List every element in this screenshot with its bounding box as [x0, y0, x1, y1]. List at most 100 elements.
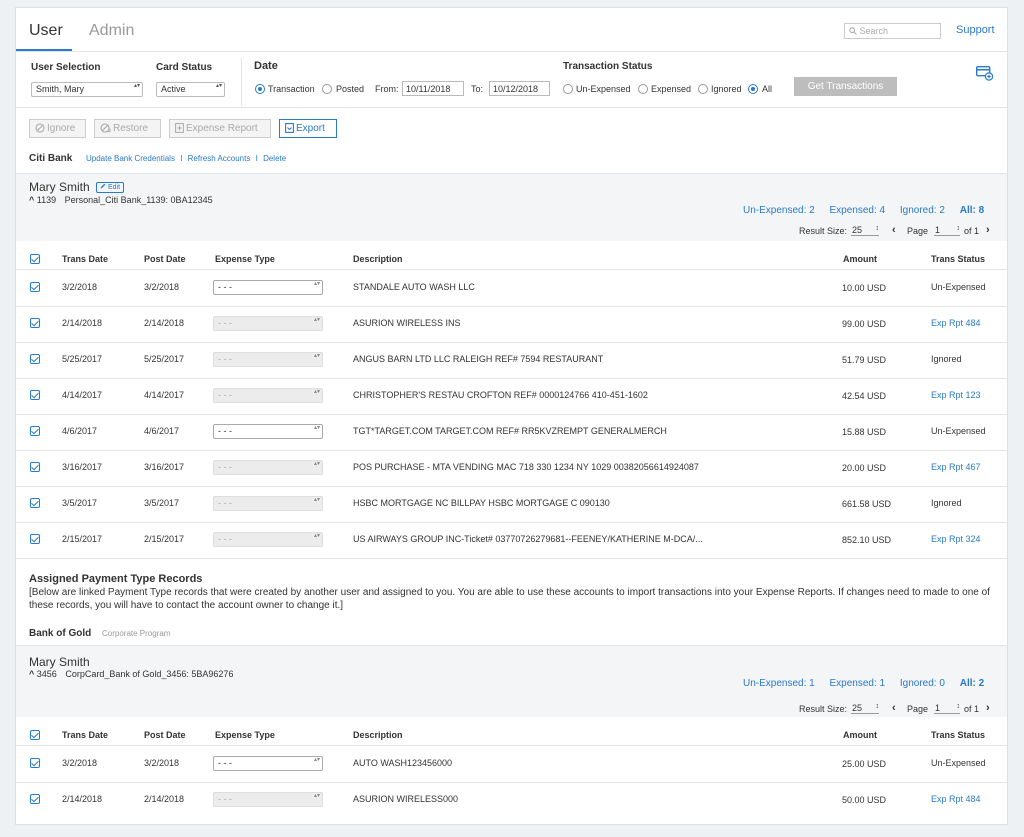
row-divider [16, 306, 1007, 307]
row-checkbox[interactable] [30, 498, 40, 508]
status-all-radio[interactable] [748, 84, 758, 94]
row-checkbox[interactable] [30, 794, 40, 804]
refresh-accounts-link[interactable]: Refresh Accounts [188, 154, 251, 163]
row-expense-report-link[interactable]: Exp Rpt 484 [931, 794, 981, 804]
row-checkbox[interactable] [30, 282, 40, 292]
row-expense-type-select[interactable]: - - - [213, 280, 323, 295]
result-size-select[interactable]: 25 ↕ [851, 225, 879, 236]
row-expense-report-link[interactable]: Exp Rpt 467 [931, 462, 981, 472]
row-checkbox[interactable] [30, 390, 40, 400]
row-checkbox[interactable] [30, 318, 40, 328]
delete-link[interactable]: Delete [263, 154, 286, 163]
tab-user[interactable]: User [29, 22, 63, 40]
support-link[interactable]: Support [956, 24, 995, 36]
row-divider [16, 522, 1007, 523]
page-select[interactable]: 1 ↕ [934, 225, 960, 236]
edit-account-button[interactable]: Edit [96, 182, 125, 193]
account-detail: ^ 1139 Personal_Citi Bank_1139: 0BA12345 [29, 195, 213, 205]
result-size-select-2[interactable]: 25 ↕ [851, 703, 879, 714]
row-checkbox[interactable] [30, 758, 40, 768]
row-expense-type-select[interactable]: - - - [213, 532, 323, 547]
tab-admin[interactable]: Admin [89, 22, 134, 40]
row-post-date: 2/14/2018 [144, 318, 185, 328]
count-all-link[interactable]: All: 2 [960, 678, 984, 689]
row-expense-report-link[interactable]: Exp Rpt 324 [931, 534, 981, 544]
row-expense-type-select[interactable]: - - - [213, 496, 323, 511]
row-expense-report-link[interactable]: Exp Rpt 123 [931, 390, 981, 400]
result-size-value: 25 [852, 225, 863, 235]
prev-page-icon[interactable]: ‹ [892, 702, 896, 714]
row-amount: 661.58 USD [842, 499, 892, 509]
row-expense-type-select[interactable]: - - - [213, 316, 323, 331]
count-expensed-link[interactable]: Expensed: 1 [830, 678, 886, 689]
row-expense-type-select[interactable]: - - - [213, 756, 323, 771]
expense-report-button[interactable]: Expense Report [169, 119, 271, 138]
status-unexpensed-radio[interactable] [563, 84, 573, 94]
page-select-2[interactable]: 1 ↕ [934, 703, 960, 714]
status-expensed-radio[interactable] [638, 84, 648, 94]
date-posted-radio[interactable] [322, 84, 332, 94]
row-checkbox[interactable] [30, 534, 40, 544]
row-checkbox[interactable] [30, 462, 40, 472]
row-divider [16, 486, 1007, 487]
row-amount: 99.00 USD [842, 319, 887, 329]
col-amount[interactable]: Amount [843, 730, 877, 740]
page-value-2: 1 [935, 703, 941, 713]
col-amount[interactable]: Amount [843, 254, 877, 264]
col-expense-type[interactable]: Expense Type [215, 254, 275, 264]
chevron-up-icon[interactable]: ^ [29, 669, 34, 679]
result-size-label-2: Result Size: [799, 704, 848, 714]
count-ignored-link[interactable]: Ignored: 2 [900, 205, 945, 216]
page-label: Page [907, 226, 929, 236]
row-checkbox[interactable] [30, 354, 40, 364]
select-all-checkbox[interactable] [30, 254, 40, 264]
result-size-value-2: 25 [852, 703, 863, 713]
count-ignored-link[interactable]: Ignored: 0 [900, 678, 945, 689]
prev-page-icon[interactable]: ‹ [892, 224, 896, 236]
row-amount: 50.00 USD [842, 795, 887, 805]
row-description: ASURION WIRELESS000 [353, 794, 459, 804]
get-transactions-button[interactable]: Get Transactions [794, 77, 897, 96]
count-expensed-link[interactable]: Expensed: 4 [830, 205, 886, 216]
count-unexpensed-link[interactable]: Un-Expensed: 1 [743, 678, 815, 689]
col-post-date[interactable]: Post Date [144, 254, 186, 264]
status-unexpensed-label: Un-Expensed [576, 84, 631, 94]
pencil-icon [100, 183, 106, 189]
col-description[interactable]: Description [353, 254, 403, 264]
count-unexpensed-link[interactable]: Un-Expensed: 2 [743, 205, 815, 216]
col-post-date[interactable]: Post Date [144, 730, 186, 740]
chevron-up-icon[interactable]: ^ [29, 195, 34, 205]
row-expense-type-select[interactable]: - - - [213, 460, 323, 475]
select-all-checkbox-2[interactable] [30, 730, 40, 740]
count-all-link[interactable]: All: 8 [960, 205, 984, 216]
row-description: ANGUS BARN LTD LLC RALEIGH REF# 7594 RES… [353, 354, 604, 364]
col-expense-type[interactable]: Expense Type [215, 730, 275, 740]
row-expense-report-link[interactable]: Exp Rpt 484 [931, 318, 981, 328]
add-card-icon[interactable] [975, 65, 994, 81]
search-input[interactable]: Search [844, 23, 941, 39]
user-selection-select[interactable]: Smith, Mary [31, 82, 143, 97]
date-transaction-radio[interactable] [255, 84, 265, 94]
row-expense-type-select[interactable]: - - - [213, 388, 323, 403]
next-page-icon[interactable]: › [986, 702, 990, 714]
row-expense-type-select[interactable]: - - - [213, 352, 323, 367]
row-expense-type-select[interactable]: - - - [213, 424, 323, 439]
status-ignored-radio[interactable] [698, 84, 708, 94]
restore-button[interactable]: Restore [94, 119, 161, 138]
row-amount: 15.88 USD [842, 427, 887, 437]
ignore-button[interactable]: Ignore [29, 119, 86, 138]
col-trans-date[interactable]: Trans Date [62, 254, 108, 264]
col-trans-status[interactable]: Trans Status [931, 730, 985, 740]
from-date-input[interactable]: 10/11/2018 [402, 81, 464, 96]
export-button[interactable]: Export [279, 119, 337, 138]
to-date-input[interactable]: 10/12/2018 [489, 81, 550, 96]
col-trans-status[interactable]: Trans Status [931, 254, 985, 264]
row-checkbox[interactable] [30, 426, 40, 436]
col-trans-date[interactable]: Trans Date [62, 730, 108, 740]
col-description[interactable]: Description [353, 730, 403, 740]
card-status-select[interactable]: Active [156, 82, 225, 97]
row-expense-type-select[interactable]: - - - [213, 792, 323, 807]
ignore-label: Ignore [47, 123, 76, 134]
update-bank-credentials-link[interactable]: Update Bank Credentials [86, 154, 175, 163]
next-page-icon[interactable]: › [986, 224, 990, 236]
